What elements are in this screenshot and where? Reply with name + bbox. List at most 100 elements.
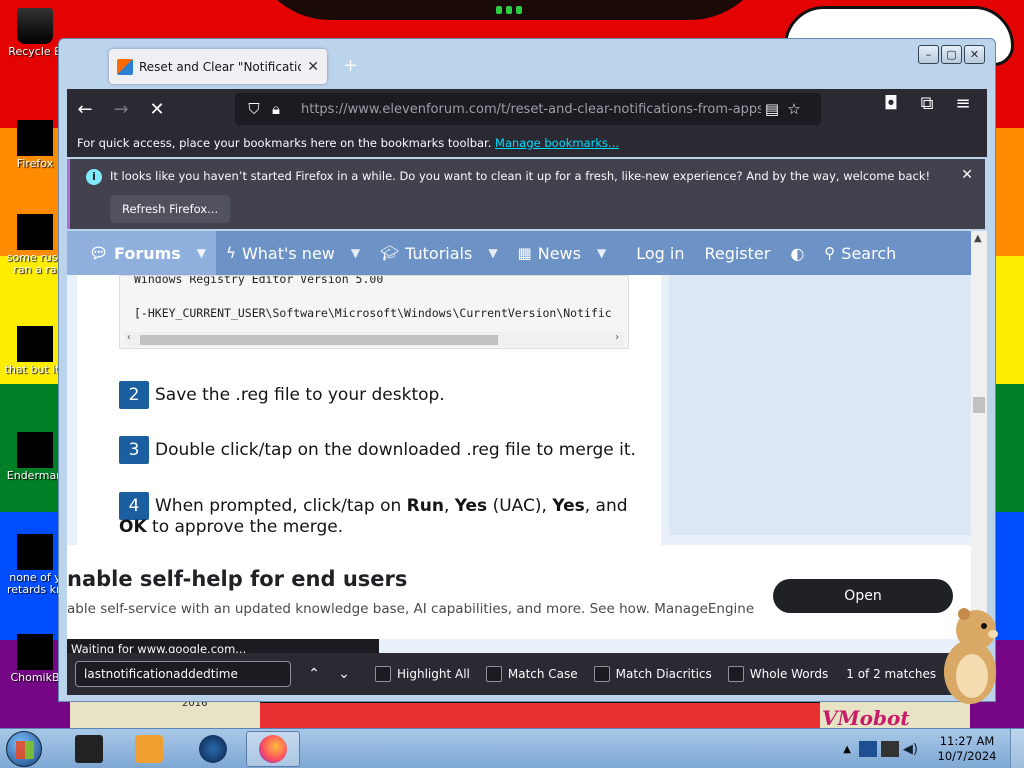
nav-news[interactable]: ▦ News ▼ <box>508 231 617 275</box>
file-icon <box>17 326 53 362</box>
maximize-button[interactable]: ▢ <box>941 45 962 64</box>
chat-icon: 💬︎ <box>89 244 109 262</box>
code-line: [-HKEY_CURRENT_USER\Software\Microsoft\W… <box>134 306 612 320</box>
code-line: Windows Registry Editor Version 5.00 <box>134 275 384 286</box>
show-desktop-button[interactable] <box>1010 729 1024 768</box>
step-4: 4 When prompted, click/tap on Run, Yes (U… <box>119 492 628 520</box>
display-icon[interactable] <box>880 741 899 757</box>
scrollbar-thumb[interactable] <box>140 335 498 345</box>
nav-forums[interactable]: 💬︎ Forums ▼ <box>67 231 217 275</box>
chevron-down-icon[interactable]: ▼ <box>597 246 606 260</box>
extensions-icon[interactable]: ⧉ <box>909 93 945 114</box>
back-button[interactable]: ← <box>67 99 103 120</box>
new-tab-button[interactable]: + <box>343 55 358 76</box>
ad-subtext: able self-service with an updated knowle… <box>67 601 755 617</box>
find-next-button[interactable]: ⌄ <box>329 666 359 682</box>
checkbox-box[interactable] <box>485 666 502 682</box>
bookmarks-toolbar: For quick access, place your bookmarks h… <box>67 129 987 157</box>
find-previous-button[interactable]: ⌃ <box>299 666 329 682</box>
step-yes2: Yes <box>552 496 585 516</box>
forward-button[interactable]: → <box>103 99 139 120</box>
notification-close-icon[interactable]: ✕ <box>961 167 973 183</box>
tab-title: Reset and Clear "Notifications f <box>139 59 302 74</box>
shield-icon[interactable]: ⛉ <box>243 100 265 118</box>
checkbox-label: Match Diacritics <box>615 667 712 681</box>
scroll-up-icon[interactable]: ▲ <box>974 233 982 244</box>
whole-words-checkbox[interactable]: Whole Words <box>727 666 828 682</box>
start-button[interactable] <box>6 731 42 767</box>
media-player-icon <box>135 735 163 763</box>
nav-whats-new[interactable]: ϟ What's new ▼ <box>216 231 370 275</box>
wallpaper-text: VMobot <box>822 706 910 730</box>
checkbox-box[interactable] <box>593 666 610 682</box>
find-input[interactable]: lastnotificationaddedtime <box>75 661 291 687</box>
taskbar-app-3[interactable] <box>186 731 240 767</box>
login-link[interactable]: Log in <box>626 231 694 275</box>
menu-icon[interactable]: ≡ <box>945 93 981 114</box>
chevron-down-icon[interactable]: ▼ <box>351 246 360 260</box>
taskbar-media-player[interactable] <box>122 731 176 767</box>
ad-headline: nable self-help for end users <box>67 567 408 591</box>
bookmark-star-icon[interactable]: ☆ <box>783 100 805 118</box>
step-4-cont: OK to approve the merge. <box>119 517 343 537</box>
bookmarks-hint: For quick access, place your bookmarks h… <box>77 136 492 150</box>
pocket-icon[interactable]: ◘ <box>873 93 909 114</box>
hamster-pet-icon[interactable] <box>938 604 1002 708</box>
tab-active[interactable]: Reset and Clear "Notifications f ✕ <box>109 49 327 84</box>
url-text[interactable]: https://www.elevenforum.com/t/reset-and-… <box>301 102 761 117</box>
step-number: 3 <box>119 436 149 464</box>
close-window-button[interactable]: ✕ <box>964 45 985 64</box>
newspaper-icon: ▦ <box>517 244 532 262</box>
chevron-down-icon[interactable]: ▼ <box>488 246 497 260</box>
nav-whats-new-label: What's new <box>241 243 335 263</box>
file-icon <box>17 432 53 468</box>
file-icon <box>17 634 53 670</box>
nav-search[interactable]: ⚲ Search <box>814 231 906 275</box>
checkbox-box[interactable] <box>727 666 744 682</box>
bolt-icon: ϟ <box>226 244 236 262</box>
find-bar: lastnotificationaddedtime ⌃ ⌄ Highlight … <box>67 653 987 695</box>
tray-expand-icon[interactable]: ▲ <box>843 744 851 755</box>
step-uac: UAC <box>499 496 535 516</box>
minimize-button[interactable]: – <box>918 45 939 64</box>
search-icon: ⚲ <box>824 244 836 262</box>
windows-logo-icon <box>16 741 34 759</box>
code-block: Windows Registry Editor Version 5.00 [-H… <box>119 275 629 349</box>
checkbox-label: Highlight All <box>397 667 470 681</box>
scroll-right-icon[interactable]: › <box>614 332 620 343</box>
graduation-cap-icon: 🎓︎ <box>380 244 400 262</box>
network-icon[interactable] <box>858 741 877 757</box>
code-scrollbar[interactable]: ‹ › <box>124 332 624 346</box>
scroll-left-icon[interactable]: ‹ <box>126 332 132 343</box>
manage-bookmarks-link[interactable]: Manage bookmarks... <box>495 136 619 150</box>
theme-toggle-icon[interactable]: ◐ <box>780 231 814 275</box>
step-text: Save the .reg file to your desktop. <box>155 385 445 405</box>
chevron-down-icon[interactable]: ▼ <box>197 246 206 260</box>
nav-search-label: Search <box>841 243 897 263</box>
lock-icon[interactable]: 🔒︎ <box>265 100 287 118</box>
reader-view-icon[interactable]: ▤ <box>761 100 783 118</box>
stop-button[interactable]: ✕ <box>139 99 175 120</box>
firefox-icon <box>259 735 287 763</box>
refresh-firefox-button[interactable]: Refresh Firefox... <box>110 195 231 223</box>
ad-open-button[interactable]: Open <box>773 579 953 613</box>
clock[interactable]: 11:27 AM 10/7/2024 <box>924 734 1010 764</box>
taskbar-app-1[interactable] <box>62 731 116 767</box>
url-bar[interactable]: ⛉ 🔒︎ https://www.elevenforum.com/t/reset… <box>235 93 821 125</box>
scrollbar-thumb[interactable] <box>973 397 985 413</box>
taskbar-firefox[interactable] <box>246 731 300 767</box>
checkbox-box[interactable] <box>375 666 391 682</box>
sidebar-panel <box>669 275 971 535</box>
ad-banner[interactable]: nable self-help for end users able self-… <box>67 545 971 639</box>
highlight-all-checkbox[interactable]: Highlight All <box>375 666 470 682</box>
tab-close-icon[interactable]: ✕ <box>307 59 319 75</box>
match-diacritics-checkbox[interactable]: Match Diacritics <box>593 666 712 682</box>
register-link[interactable]: Register <box>694 231 780 275</box>
match-case-checkbox[interactable]: Match Case <box>485 666 578 682</box>
nav-tutorials[interactable]: 🎓︎ Tutorials ▼ <box>370 231 507 275</box>
info-icon: i <box>86 169 102 185</box>
title-bar[interactable]: Reset and Clear "Notifications f ✕ + – ▢… <box>59 39 995 89</box>
file-icon <box>17 214 53 250</box>
volume-icon[interactable]: ◀) <box>903 742 918 757</box>
tab-favicon-icon <box>117 58 133 75</box>
